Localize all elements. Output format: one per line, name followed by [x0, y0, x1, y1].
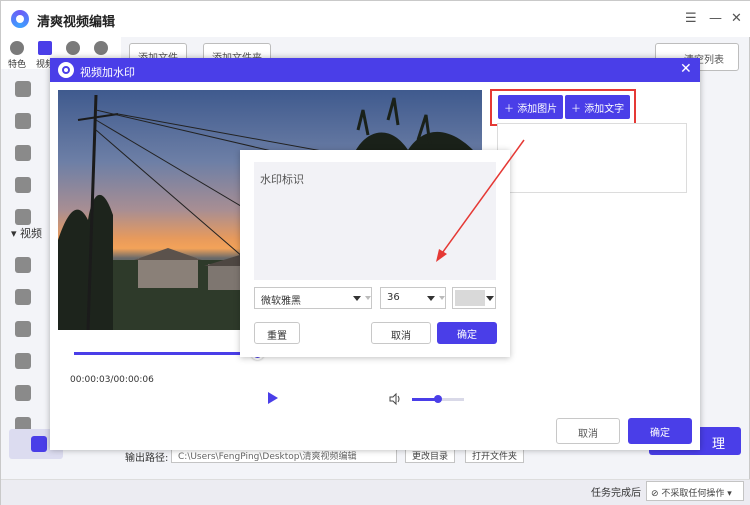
- annotation-arrow: [436, 139, 525, 262]
